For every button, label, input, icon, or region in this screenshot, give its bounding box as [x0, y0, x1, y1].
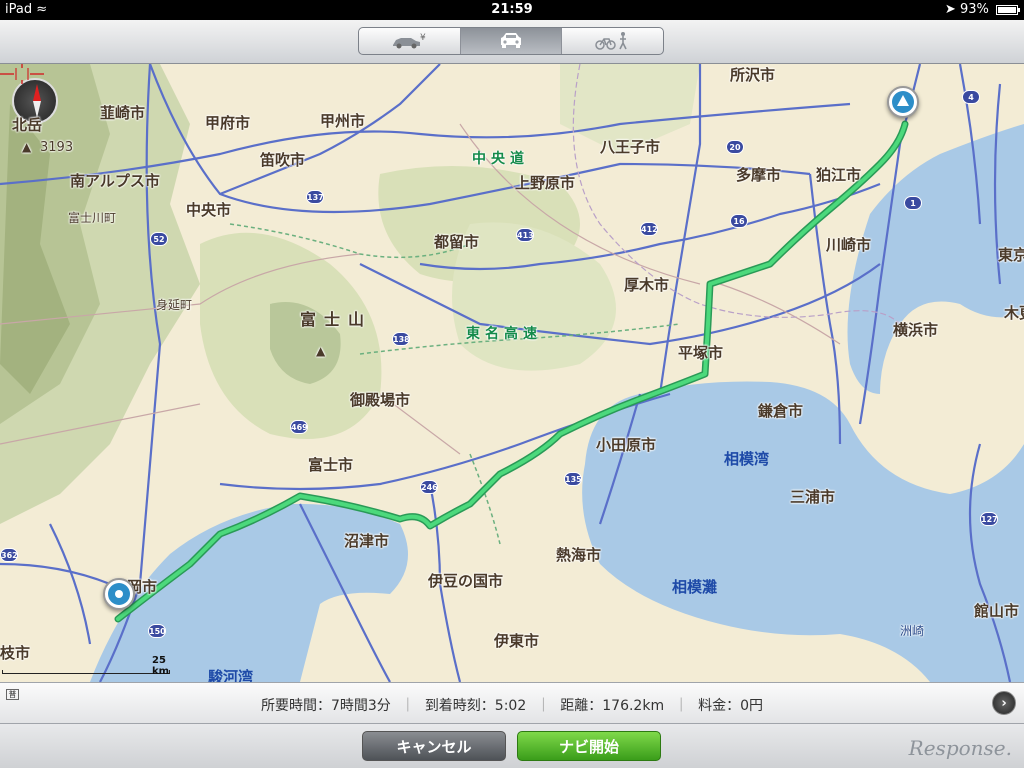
- city-label: 富士市: [308, 456, 354, 474]
- segment-bike-walk[interactable]: [562, 28, 663, 54]
- city-label: 甲府市: [205, 114, 251, 132]
- city-label: 伊豆の国市: [428, 572, 504, 590]
- route-shield: 413: [516, 228, 534, 242]
- distance: 距離：176.2km: [560, 698, 665, 714]
- svg-text:¥: ¥: [420, 33, 426, 43]
- city-label: 三浦市: [790, 488, 836, 506]
- expressway-label: 中央道: [472, 151, 529, 167]
- city-label: 笛吹市: [260, 151, 306, 169]
- city-label: 八王子市: [600, 138, 661, 156]
- start-navigation-button[interactable]: ナビ開始: [517, 731, 661, 761]
- route-shield: 20: [726, 140, 744, 154]
- city-label: 厚木市: [624, 276, 670, 294]
- separator: ｜: [400, 698, 415, 714]
- city-label: 伊東市: [494, 632, 540, 650]
- town-label: 富士川町: [68, 211, 117, 225]
- route-shield: 137: [306, 190, 324, 204]
- route-mode-segmented-control: ¥: [358, 27, 664, 55]
- location-arrow-icon: ➤: [944, 2, 956, 17]
- route-shield: 52: [150, 232, 168, 246]
- city-label: 甲州市: [320, 112, 366, 130]
- city-label: 平塚市: [678, 344, 724, 362]
- city-label: 上野原市: [515, 174, 576, 192]
- mountain-label: 富士山: [300, 310, 373, 329]
- city-label: 小田原市: [596, 436, 657, 454]
- status-right: ➤ 93%: [944, 2, 1020, 17]
- city-label: 中央市: [186, 201, 232, 219]
- city-label: 枝市: [0, 644, 31, 662]
- bicycle-walk-icon: [594, 32, 627, 50]
- city-label: 韮崎市: [100, 104, 146, 122]
- scale-bar: [2, 670, 170, 674]
- city-label: 川崎市: [826, 236, 872, 254]
- city-label: 所沢市: [730, 66, 776, 84]
- duration: 所要時間：7時間3分: [260, 698, 391, 714]
- city-label: 都留市: [434, 233, 480, 251]
- city-label: 多摩市: [736, 166, 782, 184]
- battery-percent: 93%: [959, 2, 989, 17]
- segment-toll-car[interactable]: ¥: [359, 28, 461, 54]
- scale-label: 25 km: [152, 655, 170, 677]
- city-label: 沼津市: [344, 532, 390, 550]
- destination-pin-icon[interactable]: [887, 86, 919, 118]
- city-label: 御殿場市: [350, 391, 411, 409]
- action-bar: キャンセル ナビ開始 Response.: [0, 724, 1024, 768]
- cancel-button[interactable]: キャンセル: [362, 731, 506, 761]
- peak-triangle-icon: ▲: [22, 140, 32, 154]
- route-shield: 127: [980, 512, 998, 526]
- clock: 21:59: [491, 2, 533, 17]
- route-shield: 246: [420, 480, 438, 494]
- route-shield: 362: [0, 548, 18, 562]
- segment-car[interactable]: [460, 28, 563, 54]
- start-pin-icon[interactable]: [103, 578, 135, 610]
- route-shield: 1: [904, 196, 922, 210]
- car-icon: [501, 33, 521, 48]
- route-shield: 16: [730, 214, 748, 228]
- route-info-bar: 普 所要時間：7時間3分｜到着時刻：5:02 ｜距離：176.2km ｜料金：0円 …: [0, 682, 1024, 724]
- city-label: 館山市: [974, 602, 1020, 620]
- city-label: 南アルプス市: [70, 172, 160, 190]
- expressway-label: 東名高速: [466, 326, 542, 342]
- peak-height: 3193: [40, 140, 74, 155]
- city-label: 熱海市: [556, 546, 602, 564]
- sea-label: 駿河湾: [208, 668, 254, 682]
- mountain-peak-icon: ▲: [316, 344, 326, 358]
- separator: ｜: [536, 698, 551, 714]
- battery-icon: [996, 4, 1020, 15]
- compass-peak-label: 北岳: [12, 116, 43, 134]
- crosshair-icon: [0, 64, 44, 84]
- route-shield: 135: [564, 472, 582, 486]
- status-bar: iPad ≈ 21:59 ➤ 93%: [0, 0, 1024, 20]
- chevron-right-icon: ›: [1001, 696, 1007, 711]
- route-map[interactable]: 北岳 ▲ 3193 韮崎市 甲府市 甲州市 笛吹市 南アルプス市 中央市 富士川…: [0, 64, 1024, 682]
- route-mode-toolbar: ¥: [0, 20, 1024, 64]
- town-label: 身延町: [156, 298, 193, 312]
- route-summary: 所要時間：7時間3分 ｜ 到着時刻：5:02 ｜ 距離：176.2km ｜ 料金：0円: [0, 695, 1024, 715]
- city-label: 横浜市: [893, 321, 939, 339]
- city-label: 東京: [998, 246, 1024, 264]
- map-scale: 25 km: [2, 655, 172, 677]
- city-label: 鎌倉市: [758, 402, 804, 420]
- toll-fee: 料金：0円: [698, 698, 764, 714]
- sea-label: 相模湾: [724, 450, 770, 468]
- arrival-time: 到着時刻：5:02: [424, 698, 527, 714]
- city-label: 木更: [1004, 304, 1024, 322]
- route-detail-button[interactable]: ›: [992, 691, 1016, 715]
- route-shield: 469: [290, 420, 308, 434]
- route-shield: 138: [392, 332, 410, 346]
- car-yen-icon: ¥: [393, 33, 426, 49]
- place-label: 洲崎: [900, 624, 925, 638]
- route-shield: 412: [640, 222, 658, 236]
- route-shield: 4: [962, 90, 980, 104]
- separator: ｜: [674, 698, 689, 714]
- city-label: 狛江市: [816, 166, 862, 184]
- watermark-logo: Response.: [908, 736, 1012, 760]
- sea-label: 相模灘: [672, 578, 718, 596]
- route-shield: 150: [148, 624, 166, 638]
